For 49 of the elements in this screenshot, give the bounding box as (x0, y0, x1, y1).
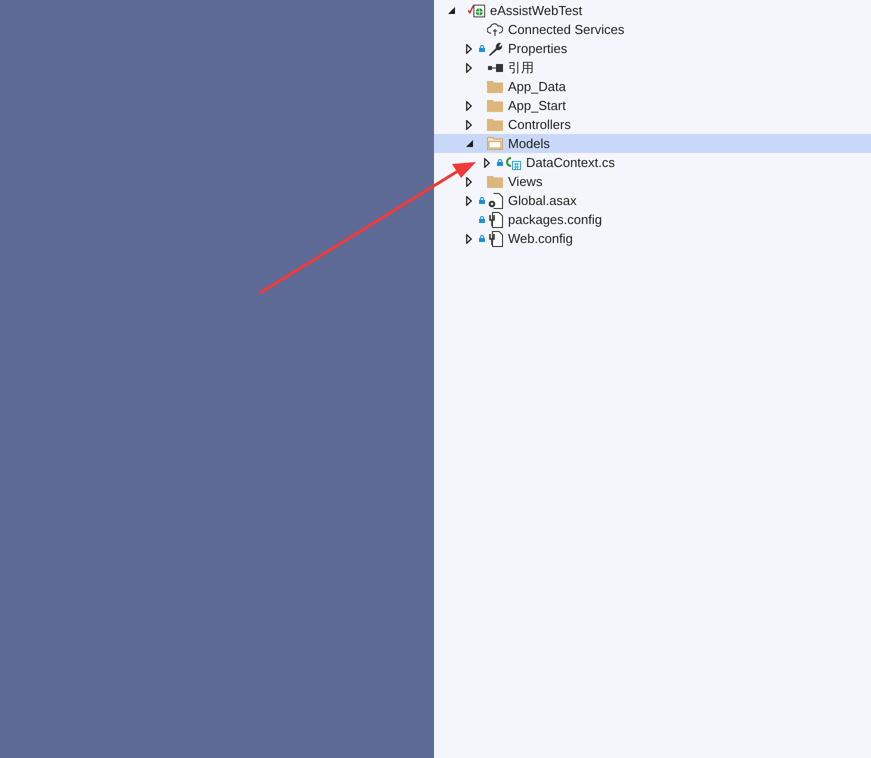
wrench-icon (487, 40, 503, 56)
item-label: App_Data (508, 79, 566, 94)
reference-icon (487, 62, 503, 72)
tree-item[interactable]: Controllers (434, 115, 871, 134)
cloud-icon (487, 22, 503, 36)
tree-item[interactable]: 引用 (434, 58, 871, 77)
collapsed-caret-icon[interactable] (466, 62, 472, 72)
tree-item[interactable]: Web.config (434, 229, 871, 248)
item-label: packages.config (508, 212, 602, 227)
item-label: Web.config (508, 231, 573, 246)
tree-item[interactable]: App_Start (434, 96, 871, 115)
item-label: Global.asax (508, 193, 577, 208)
collapsed-caret-icon[interactable] (466, 44, 472, 54)
tree-item[interactable]: Views (434, 172, 871, 191)
tree-item[interactable]: eAssistWebTest (434, 1, 871, 20)
tree-item[interactable]: Models (434, 134, 871, 153)
item-label: Connected Services (508, 22, 624, 37)
folder-icon (487, 99, 503, 112)
expanded-caret-icon[interactable] (466, 140, 472, 147)
folder-icon (487, 118, 503, 131)
folder-icon (487, 175, 503, 188)
web-project-icon (468, 4, 486, 18)
collapsed-caret-icon[interactable] (466, 234, 472, 244)
collapsed-caret-icon[interactable] (466, 176, 472, 186)
gear-file-icon (487, 192, 503, 208)
folder-icon (487, 80, 503, 93)
item-label: 引用 (508, 58, 534, 76)
expanded-caret-icon[interactable] (448, 7, 454, 14)
item-label: Controllers (508, 117, 571, 132)
item-label: Properties (508, 41, 568, 56)
collapsed-caret-icon[interactable] (466, 100, 472, 110)
item-label: eAssistWebTest (490, 3, 582, 18)
csharp-file-icon (505, 154, 521, 170)
item-label: Views (508, 174, 542, 189)
collapsed-caret-icon[interactable] (484, 158, 490, 168)
config-file-icon (487, 212, 503, 228)
tree-item[interactable]: DataContext.cs (434, 153, 871, 172)
tree-item[interactable]: Connected Services (434, 20, 871, 39)
collapsed-caret-icon[interactable] (466, 196, 472, 206)
item-label: DataContext.cs (526, 155, 615, 170)
item-label: Models (508, 136, 550, 151)
tree-item[interactable]: App_Data (434, 77, 871, 96)
collapsed-caret-icon[interactable] (466, 120, 472, 130)
open-folder-icon (487, 137, 503, 150)
tree-item[interactable]: Properties (434, 39, 871, 58)
tree-item[interactable]: Global.asax (434, 191, 871, 210)
config-file-icon (487, 230, 503, 246)
item-label: App_Start (508, 98, 566, 113)
tree-item[interactable]: packages.config (434, 210, 871, 229)
